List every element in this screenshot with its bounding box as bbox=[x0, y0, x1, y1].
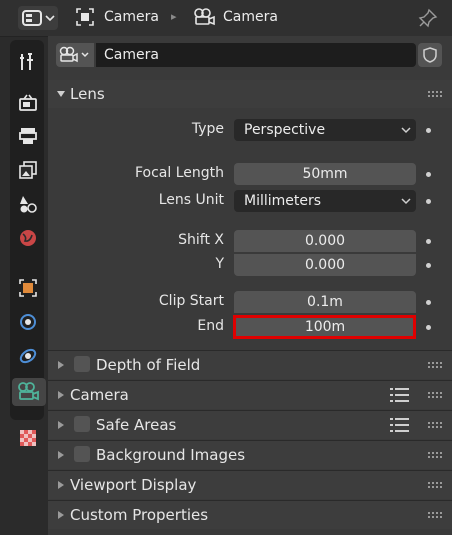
chevron-down-icon bbox=[401, 198, 411, 205]
shift-x-field[interactable]: 0.000 bbox=[234, 230, 416, 252]
breadcrumb-object[interactable]: Camera bbox=[104, 9, 159, 25]
datablock-name-field[interactable]: Camera bbox=[96, 43, 416, 67]
focal-length-field[interactable]: 50mm bbox=[234, 163, 416, 185]
keyframe-dot-shift-y[interactable] bbox=[426, 263, 431, 268]
type-dropdown[interactable]: Perspective bbox=[234, 119, 416, 141]
constraints-icon bbox=[19, 348, 37, 364]
properties-header: Camera ▸ Camera bbox=[0, 0, 452, 37]
keyframe-dot-shift-x[interactable] bbox=[426, 239, 431, 244]
object-data-icon bbox=[76, 8, 94, 26]
safe-areas-checkbox[interactable] bbox=[74, 416, 90, 432]
view-layer-icon bbox=[19, 161, 37, 179]
tab-constraints[interactable] bbox=[14, 342, 42, 370]
clip-start-field[interactable]: 0.1m bbox=[234, 291, 416, 313]
keyframe-dot-focal-length[interactable] bbox=[426, 172, 431, 177]
viewport-display-title: Viewport Display bbox=[70, 476, 197, 494]
background-images-panel-header[interactable]: Background Images bbox=[48, 441, 452, 469]
properties-tab-sidebar bbox=[10, 40, 46, 420]
keyframe-dot-clip-start[interactable] bbox=[426, 300, 431, 305]
drag-handle-icon[interactable] bbox=[428, 452, 444, 458]
chevron-down-icon bbox=[45, 15, 55, 22]
object-icon bbox=[19, 279, 37, 297]
safe-areas-panel-header[interactable]: Safe Areas bbox=[48, 411, 452, 439]
lens-panel-title: Lens bbox=[70, 85, 105, 103]
expanded-arrow-icon bbox=[57, 91, 65, 97]
editor-type-icon bbox=[22, 10, 42, 26]
output-icon bbox=[19, 128, 37, 144]
camera-data-icon bbox=[18, 382, 39, 401]
collapsed-arrow-icon bbox=[58, 391, 64, 399]
custom-properties-title: Custom Properties bbox=[70, 506, 209, 524]
editor-type-selector[interactable] bbox=[18, 6, 58, 30]
collapsed-arrow-icon bbox=[58, 481, 64, 489]
viewport-display-panel-header[interactable]: Viewport Display bbox=[48, 471, 452, 499]
type-dropdown-value: Perspective bbox=[244, 122, 326, 138]
tab-scene[interactable] bbox=[14, 190, 42, 218]
collapsed-arrow-icon bbox=[58, 451, 64, 459]
drag-handle-icon[interactable] bbox=[428, 91, 444, 97]
shift-x-label: Shift X bbox=[178, 232, 224, 248]
background-images-checkbox[interactable] bbox=[74, 446, 90, 462]
tab-render[interactable] bbox=[14, 89, 42, 117]
tab-object[interactable] bbox=[14, 274, 42, 302]
tool-icon bbox=[20, 53, 33, 70]
tab-tool[interactable] bbox=[14, 48, 42, 76]
tab-object-data-camera[interactable] bbox=[12, 378, 46, 406]
drag-handle-icon[interactable] bbox=[428, 362, 444, 368]
drag-handle-icon[interactable] bbox=[428, 422, 444, 428]
lens-unit-label: Lens Unit bbox=[158, 192, 224, 208]
keyframe-dot-type[interactable] bbox=[426, 128, 431, 133]
drag-handle-icon[interactable] bbox=[428, 482, 444, 488]
tab-world[interactable] bbox=[14, 224, 42, 252]
clip-end-label: End bbox=[197, 318, 224, 334]
camera-data-icon bbox=[59, 46, 89, 63]
fake-user-button[interactable] bbox=[418, 43, 442, 67]
collapsed-arrow-icon bbox=[58, 511, 64, 519]
camera-panel-header[interactable]: Camera bbox=[48, 381, 452, 409]
pin-icon[interactable] bbox=[418, 8, 438, 28]
render-icon bbox=[19, 94, 37, 111]
shift-y-field[interactable]: 0.000 bbox=[234, 254, 416, 276]
focal-length-label: Focal Length bbox=[134, 165, 224, 181]
tab-view-layer[interactable] bbox=[14, 156, 42, 184]
lens-panel-header[interactable]: Lens bbox=[48, 80, 452, 108]
collapsed-arrow-icon bbox=[58, 361, 64, 369]
presets-list-icon[interactable] bbox=[390, 387, 410, 403]
camera-panel-title: Camera bbox=[70, 386, 129, 404]
keyframe-dot-clip-end[interactable] bbox=[426, 325, 431, 330]
tab-output[interactable] bbox=[14, 122, 42, 150]
shield-icon bbox=[423, 47, 437, 63]
drag-handle-icon[interactable] bbox=[428, 512, 444, 518]
world-icon bbox=[20, 230, 36, 246]
type-label: Type bbox=[191, 121, 224, 137]
shift-y-label: Y bbox=[215, 256, 224, 272]
breadcrumb-camera-data[interactable]: Camera bbox=[223, 9, 278, 25]
depth-of-field-checkbox[interactable] bbox=[74, 356, 90, 372]
depth-of-field-panel-header[interactable]: Depth of Field bbox=[48, 351, 452, 379]
custom-properties-panel-header[interactable]: Custom Properties bbox=[48, 501, 452, 529]
tab-physics[interactable] bbox=[14, 308, 42, 336]
lens-unit-dropdown[interactable]: Millimeters bbox=[234, 190, 416, 212]
lens-unit-dropdown-value: Millimeters bbox=[244, 193, 322, 209]
physics-icon bbox=[20, 314, 36, 330]
scene-icon bbox=[20, 196, 37, 213]
keyframe-dot-lens-unit[interactable] bbox=[426, 199, 431, 204]
clip-end-field[interactable]: 100m bbox=[234, 316, 416, 338]
chevron-down-icon bbox=[401, 127, 411, 134]
breadcrumb-separator-icon: ▸ bbox=[171, 10, 177, 23]
depth-of-field-title: Depth of Field bbox=[96, 356, 201, 374]
tab-texture[interactable] bbox=[14, 424, 42, 452]
background-images-title: Background Images bbox=[96, 446, 246, 464]
texture-checker-icon bbox=[20, 430, 36, 446]
datablock-selector: Camera bbox=[56, 43, 442, 69]
safe-areas-title: Safe Areas bbox=[96, 416, 177, 434]
drag-handle-icon[interactable] bbox=[428, 392, 444, 398]
collapsed-arrow-icon bbox=[58, 421, 64, 429]
clip-start-label: Clip Start bbox=[158, 293, 224, 309]
presets-list-icon[interactable] bbox=[390, 417, 410, 433]
camera-icon bbox=[194, 8, 215, 26]
datablock-browse-button[interactable] bbox=[56, 43, 94, 67]
